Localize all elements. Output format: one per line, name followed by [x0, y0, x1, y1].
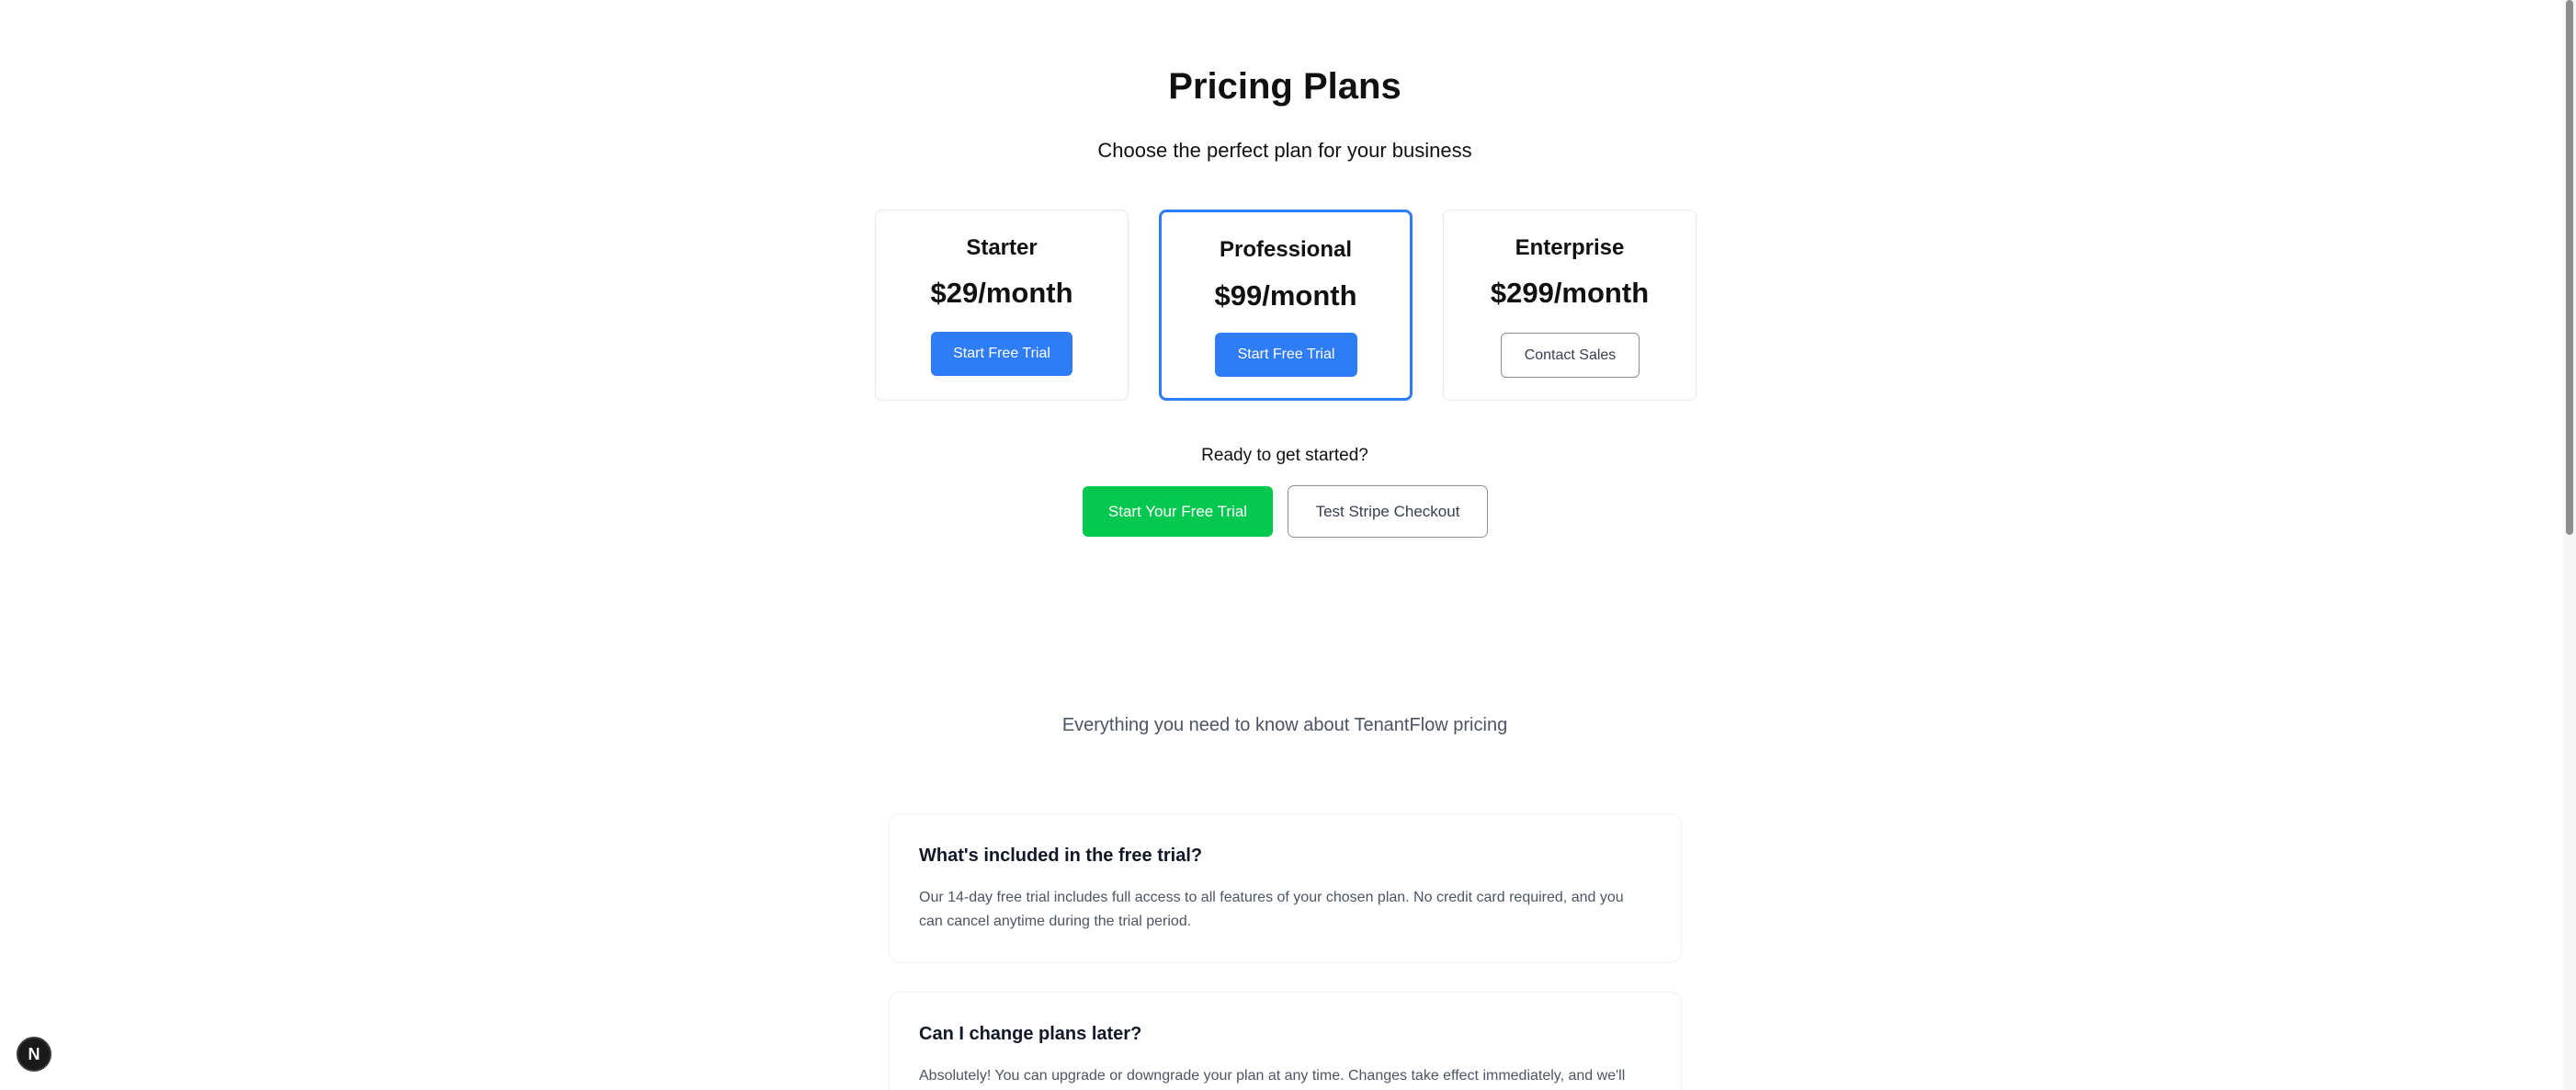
plan-card-enterprise: Enterprise $299/month Contact Sales — [1443, 210, 1697, 401]
plan-price: $29/month — [930, 277, 1073, 309]
plan-card-starter: Starter $29/month Start Free Trial — [875, 210, 1129, 401]
faq-question: Can I change plans later? — [919, 1024, 1142, 1044]
page-title: Pricing Plans — [1168, 66, 1401, 107]
pricing-page: Pricing Plans Choose the perfect plan fo… — [0, 0, 2576, 1090]
scrollbar-thumb[interactable] — [2566, 0, 2573, 535]
plan-name: Enterprise — [1515, 235, 1625, 260]
contact-sales-button[interactable]: Contact Sales — [1501, 333, 1640, 378]
start-free-trial-button-starter[interactable]: Start Free Trial — [931, 332, 1072, 376]
start-free-trial-button-professional[interactable]: Start Free Trial — [1215, 333, 1357, 377]
plan-price: $99/month — [1214, 279, 1357, 312]
test-stripe-checkout-button[interactable]: Test Stripe Checkout — [1288, 485, 1488, 538]
faq-answer: Absolutely! You can upgrade or downgrade… — [919, 1068, 1626, 1084]
plan-price: $299/month — [1490, 277, 1650, 309]
faq-question: What's included in the free trial? — [919, 846, 1203, 866]
plan-card-professional: Professional $99/month Start Free Trial — [1159, 210, 1413, 401]
nextjs-icon[interactable]: N — [17, 1037, 51, 1072]
cta-prompt: Ready to get started? — [1201, 446, 1368, 465]
faq-intro: Everything you need to know about Tenant… — [1061, 715, 1508, 735]
faq-item: What's included in the free trial? Our 1… — [889, 813, 1682, 963]
scrollbar-track[interactable] — [2563, 0, 2576, 1090]
nextjs-badge-letter: N — [28, 1044, 40, 1063]
faq-item: Can I change plans later? Absolutely! Yo… — [889, 992, 1682, 1090]
page-subtitle: Choose the perfect plan for your busines… — [1097, 139, 1472, 162]
plan-name: Professional — [1219, 237, 1353, 262]
faq-answer: Our 14-day free trial includes full acce… — [919, 890, 1624, 929]
plan-name: Starter — [966, 235, 1038, 260]
start-your-free-trial-button[interactable]: Start Your Free Trial — [1083, 486, 1273, 537]
